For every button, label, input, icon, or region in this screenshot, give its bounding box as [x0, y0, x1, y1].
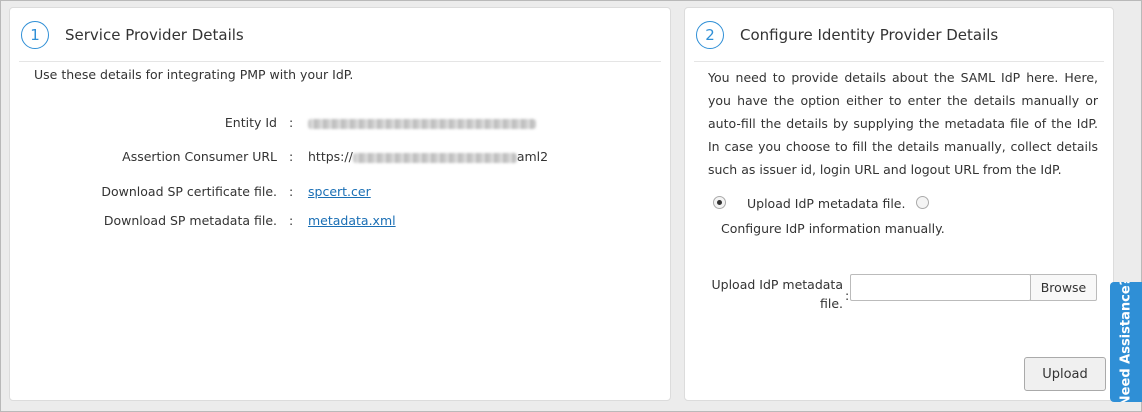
entity-id-value [308, 115, 536, 130]
identity-provider-panel: 2 Configure Identity Provider Details Yo… [684, 7, 1114, 401]
upload-button[interactable]: Upload [1024, 357, 1106, 391]
acs-url-label: Assertion Consumer URL [122, 149, 277, 164]
sp-cert-row: Download SP certificate file. : spcert.c… [10, 184, 672, 202]
sp-metadata-link[interactable]: metadata.xml [308, 213, 396, 228]
acs-url-row: Assertion Consumer URL : https:// aml2 [10, 149, 672, 167]
sp-metadata-row: Download SP metadata file. : metadata.xm… [10, 213, 672, 231]
manual-config-radio-label: Configure IdP information manually. [721, 221, 945, 236]
sp-metadata-label: Download SP metadata file. [103, 213, 277, 228]
redacted-value [352, 152, 517, 163]
step-number-badge: 1 [21, 21, 49, 49]
panel-title: Configure Identity Provider Details [740, 26, 999, 44]
panel-header: 1 Service Provider Details [19, 16, 661, 62]
browse-button[interactable]: Browse [1030, 274, 1097, 301]
redacted-value [308, 118, 536, 129]
upload-field-label-line2: file. [819, 296, 843, 311]
sp-cert-link[interactable]: spcert.cer [308, 184, 371, 199]
manual-config-radio[interactable] [916, 196, 929, 209]
colon: : [289, 115, 294, 130]
colon: : [289, 184, 294, 199]
need-assistance-label: Need Assistance? [1118, 282, 1134, 402]
intro-text: Use these details for integrating PMP wi… [34, 67, 354, 82]
acs-url-value: https:// aml2 [308, 149, 548, 164]
entity-id-row: Entity Id : [10, 115, 672, 133]
idp-description: You need to provide details about the SA… [708, 70, 1098, 177]
step-number-badge: 2 [696, 21, 724, 49]
acs-url-prefix: https:// [308, 149, 353, 164]
colon: : [845, 288, 850, 303]
upload-metadata-radio-label: Upload IdP metadata file. [747, 196, 906, 211]
metadata-file-input[interactable] [850, 274, 1031, 301]
colon: : [289, 149, 294, 164]
entity-id-label: Entity Id [224, 115, 277, 130]
need-assistance-tab[interactable]: Need Assistance? [1110, 282, 1142, 402]
acs-url-suffix: aml2 [516, 149, 549, 164]
colon: : [289, 213, 294, 228]
upload-metadata-radio[interactable] [713, 196, 726, 209]
service-provider-panel: 1 Service Provider Details Use these det… [9, 7, 671, 401]
panel-header: 2 Configure Identity Provider Details [694, 16, 1104, 62]
panel-title: Service Provider Details [65, 26, 244, 44]
sp-cert-label: Download SP certificate file. [101, 184, 277, 199]
upload-field-label-line1: Upload IdP metadata [711, 277, 844, 292]
upload-field-label: Upload IdP metadata file. [703, 275, 844, 313]
